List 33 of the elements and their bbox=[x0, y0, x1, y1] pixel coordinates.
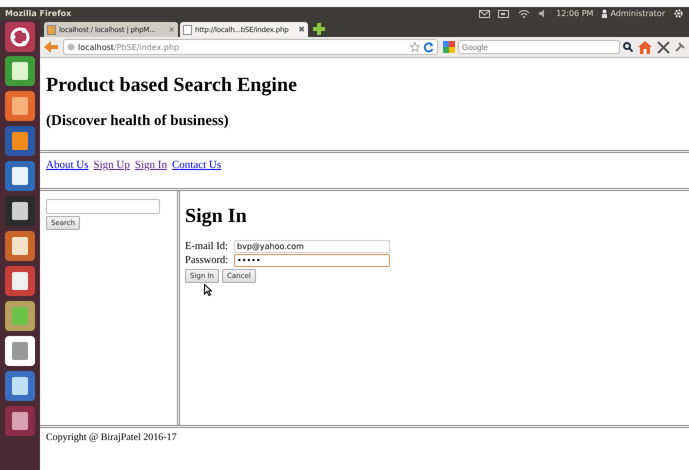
field-label: E-mail Id: bbox=[185, 241, 229, 252]
input-field[interactable]: bvp@yahoo.com bbox=[234, 240, 390, 253]
nav-link[interactable]: Sign Up bbox=[93, 159, 130, 171]
mail-icon[interactable] bbox=[479, 10, 490, 18]
person-icon bbox=[601, 9, 608, 18]
gear-icon[interactable] bbox=[673, 8, 684, 19]
address-bar[interactable]: localhost/PbSE/index.php bbox=[63, 39, 438, 55]
close-tab-button[interactable]: × bbox=[168, 25, 175, 34]
star-icon[interactable] bbox=[410, 42, 420, 52]
close-tab-button[interactable]: ✖ bbox=[298, 25, 305, 34]
home-icon[interactable] bbox=[638, 40, 652, 54]
mouse-cursor-icon bbox=[204, 284, 212, 296]
clock[interactable]: 12:06 PM bbox=[556, 9, 594, 18]
nav-link[interactable]: About Us bbox=[46, 159, 88, 171]
reload-icon[interactable] bbox=[423, 42, 434, 52]
page-icon bbox=[47, 24, 56, 34]
copyright-text: Copyright @ BirajPatel 2016-17 bbox=[46, 432, 177, 443]
search-field[interactable]: Google bbox=[458, 40, 620, 54]
new-tab-icon[interactable] bbox=[313, 23, 325, 35]
wifi-icon[interactable] bbox=[518, 9, 530, 18]
site-tagline: (Discover health of business) bbox=[46, 113, 230, 130]
field-label: Password: bbox=[185, 255, 230, 266]
nav-link[interactable]: Sign In bbox=[134, 159, 167, 171]
nav-link[interactable]: Contact Us bbox=[172, 159, 222, 171]
dash-button[interactable] bbox=[5, 22, 35, 52]
search-field[interactable] bbox=[46, 199, 160, 214]
search-icon[interactable] bbox=[623, 42, 633, 52]
site-title: Product based Search Engine bbox=[46, 74, 298, 97]
app-name: Mozilla Firefox bbox=[5, 9, 72, 18]
form-heading: Sign In bbox=[185, 205, 248, 228]
page-icon bbox=[183, 24, 192, 34]
user-menu[interactable]: Administrator bbox=[601, 9, 665, 18]
input-field[interactable]: ••••• bbox=[234, 254, 390, 267]
